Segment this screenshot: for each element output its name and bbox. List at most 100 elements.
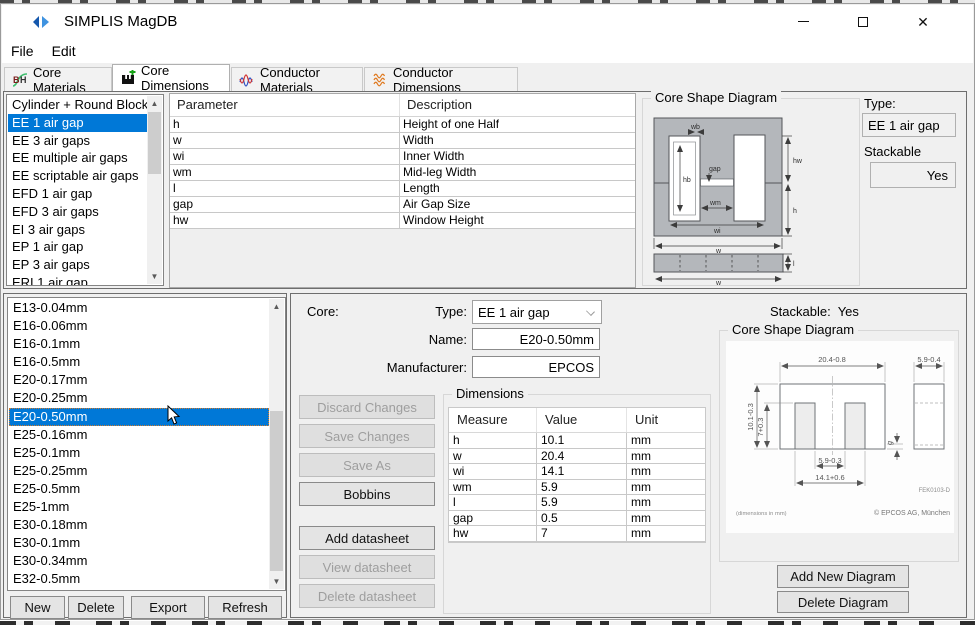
manufacturer-input[interactable]: EPCOS <box>472 356 600 378</box>
scroll-down-icon[interactable]: ▼ <box>147 269 162 284</box>
column-header[interactable]: Unit <box>627 408 705 432</box>
tab-core-materials[interactable]: B H Core Materials <box>4 67 112 91</box>
tab-conductor-materials[interactable]: Conductor Materials <box>231 67 363 91</box>
list-item[interactable]: E25-0.25mm <box>9 462 269 480</box>
list-item[interactable]: E30-0.18mm <box>9 516 269 534</box>
list-item[interactable]: EFD 1 air gap <box>8 185 147 203</box>
table-row[interactable]: gap0.5mm <box>449 511 705 527</box>
table-row[interactable]: wm5.9mm <box>449 480 705 496</box>
table-row[interactable]: hHeight of one Half <box>170 117 635 133</box>
core-type-panel: Cylinder + Round Block EE 1 air gap EE 3… <box>3 91 967 289</box>
list-item[interactable]: E16-0.5mm <box>9 353 269 371</box>
resistivity-curves-icon <box>239 72 255 88</box>
list-item[interactable]: E25-1mm <box>9 498 269 516</box>
list-item[interactable]: E25-0.16mm <box>9 426 269 444</box>
scroll-up-icon[interactable]: ▲ <box>269 299 284 314</box>
list-item[interactable]: E13-0.04mm <box>9 299 269 317</box>
maximize-button[interactable] <box>840 5 886 38</box>
table-row[interactable]: wWidth <box>170 133 635 149</box>
delete-diagram-button[interactable]: Delete Diagram <box>777 591 909 613</box>
column-header[interactable]: Measure <box>449 408 537 432</box>
list-item[interactable]: E16-0.1mm <box>9 335 269 353</box>
scrollbar[interactable]: ▲ ▼ <box>269 299 284 589</box>
tab-label: Conductor Dimensions <box>393 65 510 95</box>
delete-button[interactable]: Delete <box>68 596 124 619</box>
list-item[interactable]: EP 3 air gaps <box>8 256 147 274</box>
ee-core-schematic: wb hb gap hw h wm wi w l w <box>647 103 859 285</box>
tab-core-dimensions[interactable]: Core Dimensions <box>112 64 230 91</box>
name-input[interactable]: E20-0.50mm <box>472 328 600 350</box>
list-item[interactable]: ERI 1 air gap <box>8 274 147 285</box>
column-header[interactable]: Description <box>400 94 472 116</box>
name-field-label: Name: <box>387 330 467 350</box>
list-item[interactable]: EFD 3 air gaps <box>8 203 147 221</box>
scrollbar[interactable]: ▲ ▼ <box>147 96 162 284</box>
table-row[interactable]: gapAir Gap Size <box>170 197 635 213</box>
list-item[interactable]: E25-0.5mm <box>9 480 269 498</box>
type-label: Type: <box>864 96 896 111</box>
shape-diagram-group: Core Shape Diagram <box>642 98 860 286</box>
table-row[interactable]: l5.9mm <box>449 495 705 511</box>
list-item-selected[interactable]: EE 1 air gap <box>8 114 147 132</box>
scroll-thumb[interactable] <box>270 411 283 571</box>
list-item[interactable]: E32-0.5mm <box>9 570 269 588</box>
refresh-button[interactable]: Refresh <box>208 596 282 619</box>
tab-conductor-dimensions[interactable]: Conductor Dimensions <box>364 67 518 91</box>
table-row[interactable]: lLength <box>170 181 635 197</box>
add-datasheet-button[interactable]: Add datasheet <box>299 526 435 550</box>
bh-curve-icon: B H <box>12 72 28 88</box>
table-row[interactable]: wiInner Width <box>170 149 635 165</box>
menu-edit[interactable]: Edit <box>43 41 85 61</box>
column-header[interactable]: Value <box>537 408 627 432</box>
app-window: SIMPLIS MagDB ✕ File Edit B H Core Mater… <box>0 3 975 620</box>
cell: gap <box>449 511 537 526</box>
list-item[interactable]: E30-0.34mm <box>9 552 269 570</box>
view-datasheet-button: View datasheet <box>299 555 435 579</box>
table-row[interactable]: hw7mm <box>449 526 705 542</box>
close-button[interactable]: ✕ <box>900 5 946 38</box>
list-item[interactable]: EE scriptable air gaps <box>8 167 147 185</box>
add-new-diagram-button[interactable]: Add New Diagram <box>777 565 909 588</box>
list-item[interactable]: E16-0.06mm <box>9 317 269 335</box>
epcos-drawing: 20.4-0.8 5.9-0.4 10.1-0.3 7+0.3 5.9-0.3 … <box>726 341 954 533</box>
shape-type-listbox[interactable]: Cylinder + Round Block EE 1 air gap EE 3… <box>6 94 164 286</box>
column-header[interactable]: Parameter <box>170 94 400 116</box>
minimize-button[interactable] <box>780 5 826 38</box>
table-row[interactable]: wi14.1mm <box>449 464 705 480</box>
table-row[interactable]: w20.4mm <box>449 449 705 465</box>
dim-overall-width: 20.4-0.8 <box>818 355 846 364</box>
cell: Mid-leg Width <box>400 165 476 180</box>
type-dropdown[interactable]: EE 1 air gap <box>472 300 602 324</box>
cell: mm <box>627 449 705 464</box>
dim-label-wb: wb <box>690 124 700 131</box>
table-row[interactable]: h10.1mm <box>449 433 705 449</box>
scroll-thumb[interactable] <box>148 112 161 174</box>
table-row[interactable]: wmMid-leg Width <box>170 165 635 181</box>
drawing-ref: FEK0103-D <box>919 488 951 494</box>
list-item[interactable]: EP 1 air gap <box>8 238 147 256</box>
list-item[interactable]: EE multiple air gaps <box>8 149 147 167</box>
menu-file[interactable]: File <box>2 41 43 61</box>
list-item[interactable]: E30-0.1mm <box>9 534 269 552</box>
list-item[interactable]: E32-1mm <box>9 589 269 591</box>
list-item-selected[interactable]: E20-0.50mm <box>9 408 269 426</box>
list-item[interactable]: EI 3 air gaps <box>8 221 147 239</box>
list-item[interactable]: E20-0.25mm <box>9 389 269 407</box>
close-icon: ✕ <box>917 15 929 29</box>
table-row[interactable]: hwWindow Height <box>170 213 635 229</box>
list-item[interactable]: E20-0.17mm <box>9 371 269 389</box>
scroll-down-icon[interactable]: ▼ <box>269 574 284 589</box>
list-item[interactable]: EE 3 air gaps <box>8 132 147 150</box>
list-item[interactable]: Cylinder + Round Block <box>8 96 147 114</box>
list-item[interactable]: E25-0.1mm <box>9 444 269 462</box>
scroll-up-icon[interactable]: ▲ <box>147 96 162 111</box>
bobbins-button[interactable]: Bobbins <box>299 482 435 506</box>
new-button[interactable]: New <box>10 596 65 619</box>
core-list: E13-0.04mm E16-0.06mm E16-0.1mm E16-0.5m… <box>9 299 269 590</box>
svg-text:H: H <box>20 75 27 85</box>
chevron-down-icon <box>586 307 595 316</box>
title-bar: SIMPLIS MagDB ✕ <box>2 5 973 39</box>
core-listbox[interactable]: E13-0.04mm E16-0.06mm E16-0.1mm E16-0.5m… <box>7 297 286 591</box>
manufacturer-field-label: Manufacturer: <box>357 358 467 378</box>
export-button[interactable]: Export <box>131 596 205 619</box>
